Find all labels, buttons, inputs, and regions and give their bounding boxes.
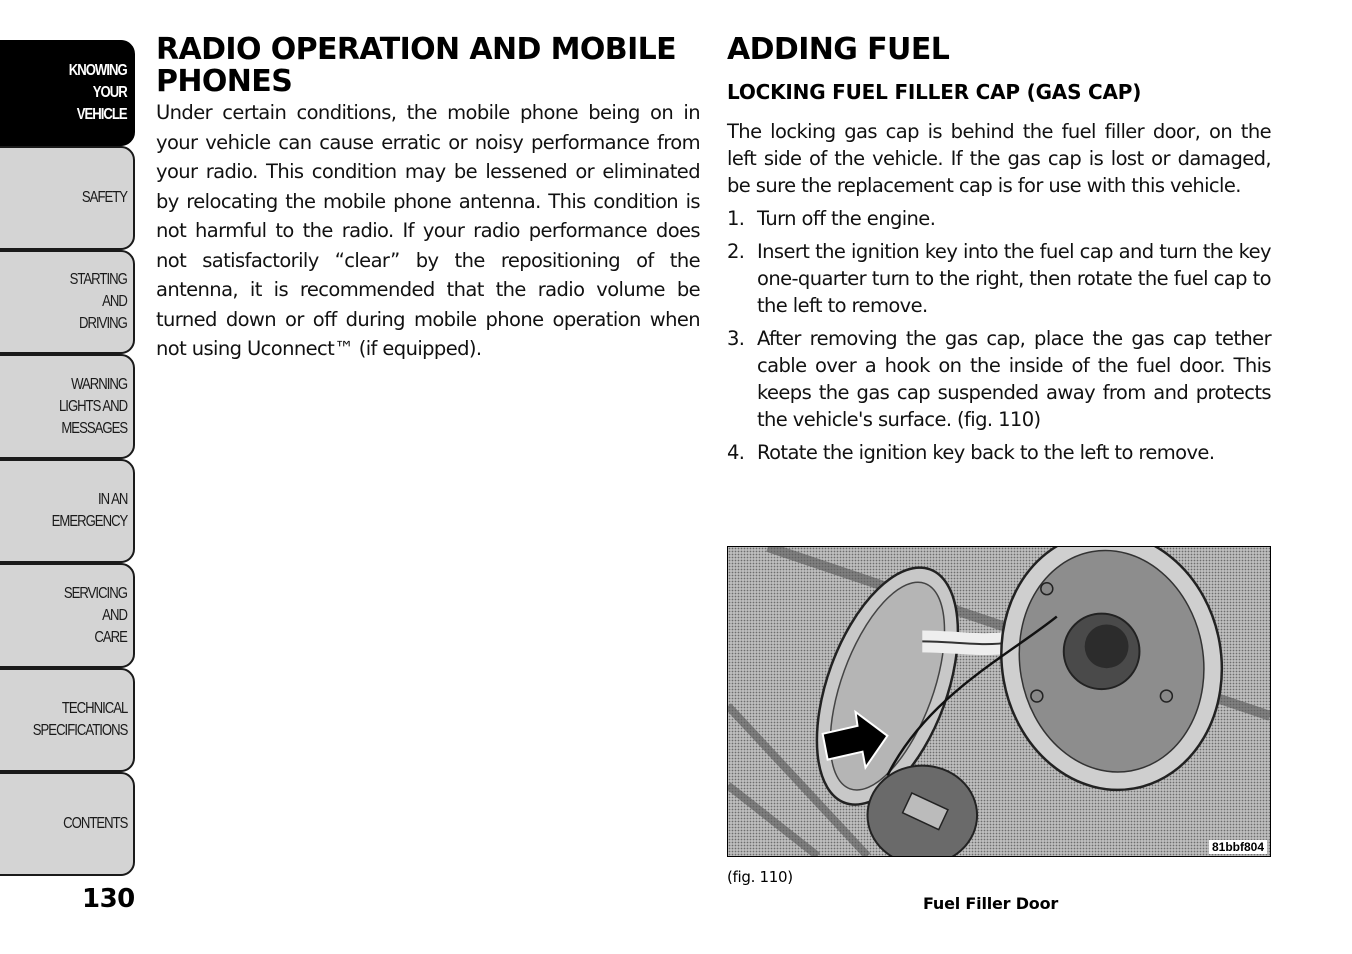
page-number: 130 bbox=[82, 884, 135, 914]
tab-label: CONTENTS bbox=[62, 815, 128, 832]
tab-label: WARNING LIGHTS AND MESSAGES bbox=[58, 375, 128, 437]
radio-section: RADIO OPERATION AND MOBILE PHONES Under … bbox=[156, 32, 701, 364]
tab-label: SERVICING AND CARE bbox=[63, 584, 128, 646]
tab-label: KNOWING YOUR VEHICLE bbox=[69, 62, 128, 123]
steps-list: 1. Turn off the engine. 2. Insert the igni… bbox=[727, 205, 1272, 466]
list-item: 1. Turn off the engine. bbox=[727, 205, 1271, 232]
step-text: Insert the ignition key into the fuel ca… bbox=[757, 240, 1272, 317]
section-subtitle: LOCKING FUEL FILLER CAP (GAS CAP) bbox=[727, 80, 1142, 104]
section-title: RADIO OPERATION AND MOBILE PHONES bbox=[156, 32, 677, 99]
tab-knowing-your-vehicle[interactable]: KNOWING YOUR VEHICLE bbox=[0, 40, 135, 146]
figure-reference: (fig. 110) bbox=[727, 868, 793, 886]
step-number: 3. bbox=[727, 327, 745, 350]
section-title: ADDING FUEL bbox=[727, 32, 950, 67]
step-text: Turn off the engine. bbox=[757, 207, 936, 230]
tab-technical-specifications[interactable]: TECHNICAL SPECIFICATIONS bbox=[0, 668, 135, 772]
section-intro: The locking gas cap is behind the fuel f… bbox=[727, 120, 1272, 197]
tab-starting-and-driving[interactable]: STARTING AND DRIVING bbox=[0, 250, 135, 354]
fuel-filler-illustration bbox=[728, 547, 1270, 856]
tab-label: TECHNICAL SPECIFICATIONS bbox=[32, 700, 128, 739]
tab-label: IN AN EMERGENCY bbox=[51, 491, 128, 530]
tab-contents[interactable]: CONTENTS bbox=[0, 772, 135, 876]
fuel-filler-door-figure: 81bbf804 bbox=[727, 546, 1271, 857]
tab-in-an-emergency[interactable]: IN AN EMERGENCY bbox=[0, 459, 135, 563]
list-item: 2. Insert the ignition key into the fuel … bbox=[727, 238, 1272, 319]
tab-safety[interactable]: SAFETY bbox=[0, 146, 135, 250]
step-text: Rotate the ignition key back to the left… bbox=[757, 441, 1215, 464]
tab-label: SAFETY bbox=[81, 189, 128, 206]
list-item: 4. Rotate the ignition key back to the le… bbox=[727, 439, 1271, 466]
step-text: After removing the gas cap, place the ga… bbox=[757, 327, 1272, 431]
adding-fuel-section: ADDING FUEL LOCKING FUEL FILLER CAP (GAS… bbox=[727, 32, 1272, 466]
tab-label: STARTING AND DRIVING bbox=[69, 271, 128, 332]
figure-caption: Fuel Filler Door bbox=[923, 894, 1059, 913]
tab-warning-lights-and-messages[interactable]: WARNING LIGHTS AND MESSAGES bbox=[0, 354, 135, 459]
step-number: 2. bbox=[727, 240, 745, 263]
tab-servicing-and-care[interactable]: SERVICING AND CARE bbox=[0, 563, 135, 668]
step-number: 4. bbox=[727, 441, 745, 464]
step-number: 1. bbox=[727, 207, 745, 230]
figure-code: 81bbf804 bbox=[1208, 840, 1267, 854]
section-body: Under certain conditions, the mobile pho… bbox=[156, 101, 701, 360]
list-item: 3. After removing the gas cap, place the … bbox=[727, 325, 1272, 433]
